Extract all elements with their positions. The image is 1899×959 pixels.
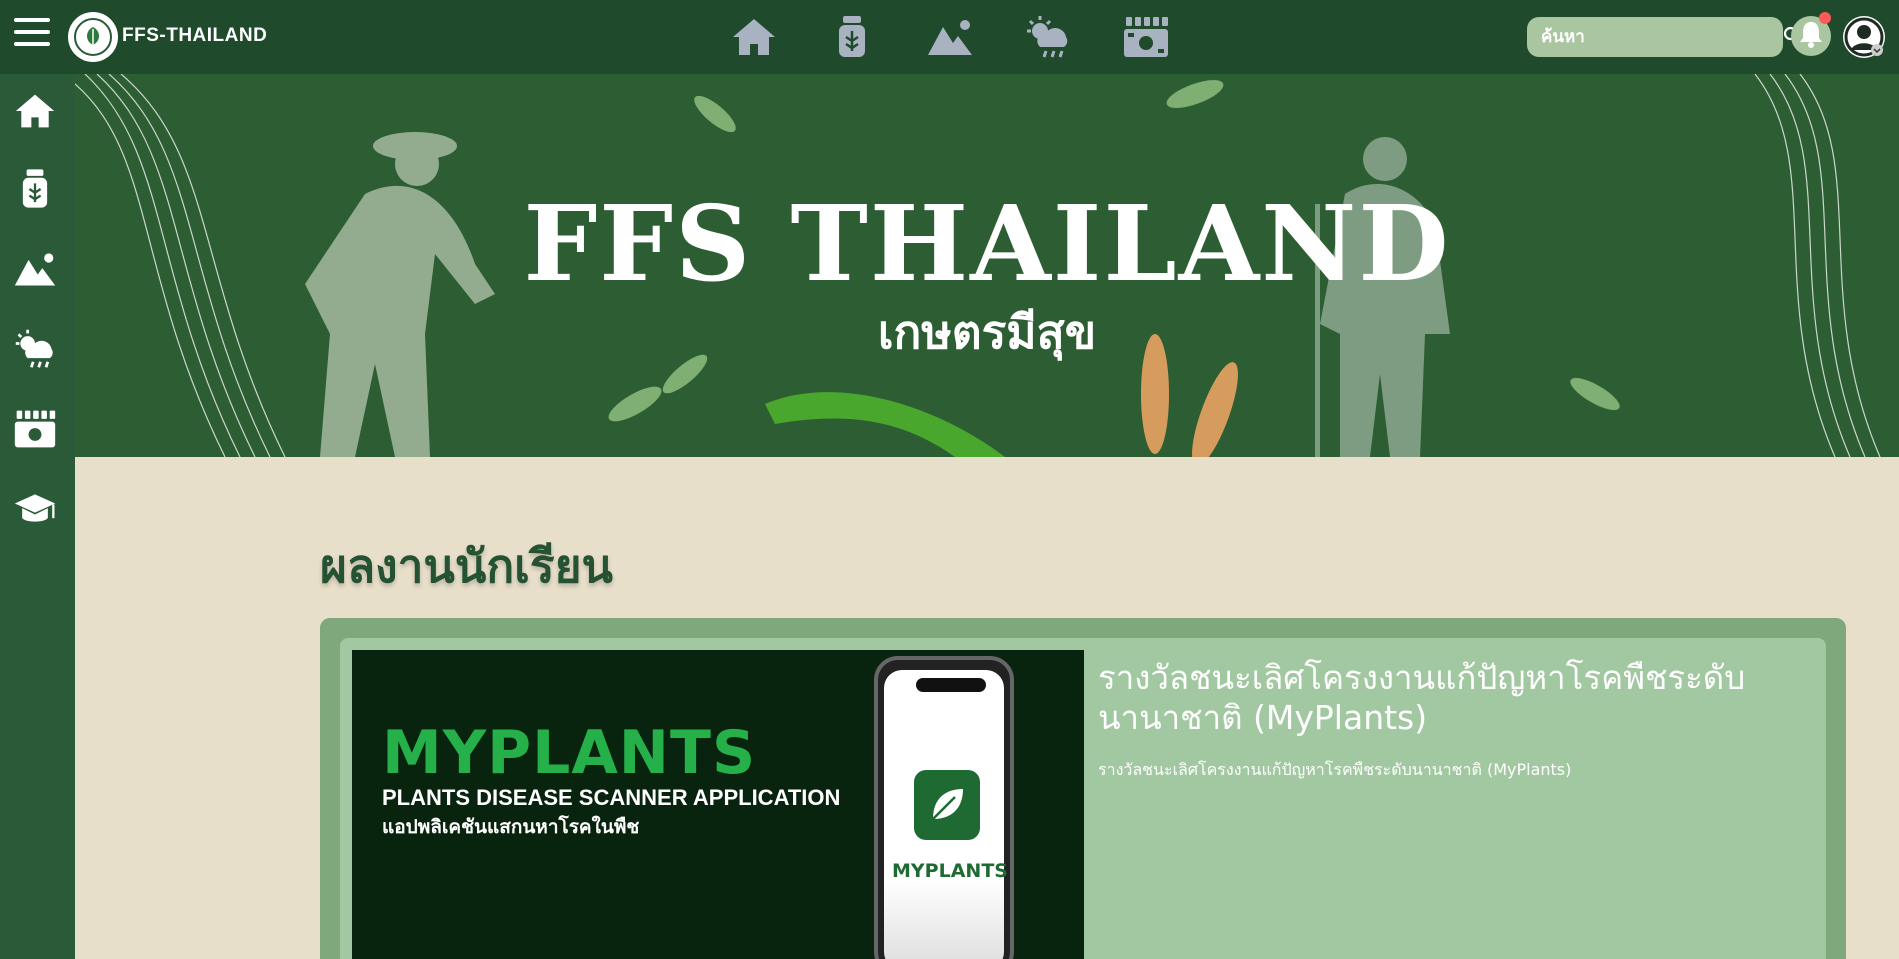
app-leaf-icon [914,770,980,840]
bell-icon [1799,20,1823,52]
home-icon[interactable] [730,14,778,60]
landscape-icon[interactable] [926,14,974,60]
hero-title: FFS THAILAND [523,182,1451,305]
top-bar: FFS-THAILAND [0,0,1899,74]
money-icon[interactable] [1122,14,1170,60]
search-input[interactable] [1541,27,1783,47]
image-title: MYPLANTS [382,718,757,788]
card-title[interactable]: รางวัลชนะเลิศโครงงานแก้ปัญหาโรคพืชระดับน… [1098,658,1818,738]
seed-jar-icon[interactable] [12,166,58,212]
brand-name[interactable]: FFS-THAILAND [122,25,267,47]
image-thai-text: แอปพลิเคชันแสกนหาโรคในพืช [382,816,640,838]
home-icon[interactable] [12,88,58,134]
project-image[interactable]: MYPLANTS PLANTS DISEASE SCANNER APPLICAT… [352,650,1084,959]
weather-icon[interactable] [12,326,58,372]
site-logo[interactable] [68,12,118,62]
app-name: MYPLANTS [892,860,1008,882]
section-title: ผลงานนักเรียน [320,539,614,593]
menu-icon[interactable] [14,18,50,50]
notification-button[interactable] [1791,12,1831,56]
avatar[interactable] [1843,16,1885,58]
seed-jar-icon[interactable] [828,14,876,60]
search-bar[interactable] [1527,17,1800,57]
money-icon[interactable] [12,406,58,452]
hero-banner: FFS THAILAND เกษตรมีสุข [75,74,1899,457]
phone-mockup: MYPLANTS [874,656,1014,959]
notification-dot [1819,12,1831,24]
top-nav [730,14,1170,60]
graduation-cap-icon[interactable] [12,486,58,532]
card-description: รางวัลชนะเลิศโครงงานแก้ปัญหาโรคพืชระดับน… [1098,760,1572,779]
sidebar [0,74,75,959]
image-subtitle: PLANTS DISEASE SCANNER APPLICATION [382,785,841,810]
weather-icon[interactable] [1024,14,1072,60]
hero-subtitle: เกษตรมีสุข [877,305,1097,359]
landscape-icon[interactable] [12,246,58,292]
